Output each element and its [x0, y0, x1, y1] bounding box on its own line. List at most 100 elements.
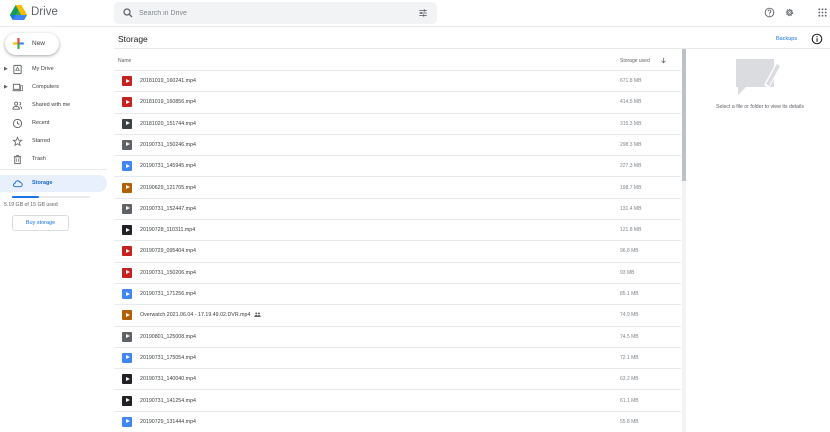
file-row[interactable]: 20190731_175054.mp4 72.1 MB	[114, 348, 681, 370]
file-row[interactable]: 20190731_150246.mp4 298.3 MB	[114, 135, 681, 157]
video-file-icon	[122, 182, 132, 193]
file-row[interactable]: Overwatch 2021.06.04 - 17.19.49.02.DVR.m…	[114, 305, 681, 327]
file-storage-used: 298.3 MB	[620, 141, 642, 148]
sidebar-item-label: My Drive	[32, 66, 54, 72]
file-row[interactable]: 20181019_160241.mp4 671.8 MB	[114, 71, 681, 93]
file-storage-used: 61.1 MB	[620, 397, 639, 404]
video-file-icon	[122, 374, 132, 385]
file-name: 20190731_175054.mp4	[140, 355, 196, 361]
storage-used-text: 5.19 GB of 15 GB used	[4, 202, 58, 208]
file-storage-used: 315.3 MB	[620, 120, 642, 127]
buy-storage-button[interactable]: Buy storage	[12, 215, 69, 231]
file-list-scrollbar[interactable]	[682, 49, 686, 432]
new-button[interactable]: New	[5, 33, 59, 55]
title-divider	[114, 48, 830, 49]
sidebar-item-recent[interactable]: Recent	[0, 115, 107, 132]
file-row[interactable]: 20190729_095404.mp4 96.8 MB	[114, 241, 681, 263]
search-bar[interactable]	[114, 2, 437, 24]
file-name: 20181019_160856.mp4	[140, 99, 196, 105]
top-bar: Drive	[0, 0, 830, 27]
sort-descending-arrow-icon[interactable]	[660, 57, 667, 64]
file-storage-used: 96.8 MB	[620, 248, 639, 255]
file-name-text: 20190629_121705.mp4	[140, 184, 196, 191]
scrollbar-thumb[interactable]	[682, 49, 686, 181]
clock-icon	[12, 118, 23, 129]
search-options-icon[interactable]	[418, 8, 428, 18]
file-name-text: Overwatch 2021.06.04 - 17.19.49.02.DVR.m…	[140, 312, 251, 319]
file-row[interactable]: 20190731_150206.mp4 93 MB	[114, 263, 681, 284]
file-storage-used: 55.8 MB	[620, 418, 639, 425]
apps-grid-icon[interactable]	[817, 7, 828, 18]
file-name-text: 20181020_151744.mp4	[140, 120, 196, 127]
video-file-icon	[122, 225, 132, 236]
file-row[interactable]: 20190731_141254.mp4 61.1 MB	[114, 391, 681, 412]
video-file-icon	[122, 97, 132, 108]
trash-icon	[13, 154, 22, 165]
sidebar-item-trash[interactable]: Trash	[0, 151, 107, 168]
video-file-icon	[122, 139, 132, 150]
file-name: 20190629_121705.mp4	[140, 185, 196, 191]
video-file-icon	[122, 267, 132, 278]
column-header-name[interactable]: Name	[118, 58, 131, 64]
file-row[interactable]: 20190731_152447.mp4 131.4 MB	[114, 199, 681, 221]
video-file-icon	[122, 161, 132, 172]
drive-logo-icon[interactable]	[10, 5, 27, 20]
column-header-storage-used[interactable]: Storage used	[620, 58, 650, 64]
file-row[interactable]: 20181020_151744.mp4 315.3 MB	[114, 114, 681, 135]
file-name-text: 20190731_175054.mp4	[140, 354, 196, 361]
expand-caret-icon[interactable]: ▶	[4, 84, 8, 90]
app-title[interactable]: Drive	[31, 6, 58, 18]
file-name-text: 20190731_140040.mp4	[140, 376, 196, 383]
sidebar-item-label: Computers	[32, 84, 59, 90]
info-icon[interactable]	[811, 33, 823, 45]
file-storage-used: 227.3 MB	[620, 163, 642, 170]
computers-icon	[12, 83, 23, 92]
file-row[interactable]: 20190731_140040.mp4 63.2 MB	[114, 369, 681, 391]
file-storage-used: 131.4 MB	[620, 205, 642, 212]
file-name-text: 20181019_160241.mp4	[140, 78, 196, 84]
expand-caret-icon[interactable]: ▶	[4, 66, 8, 72]
video-file-icon	[122, 246, 132, 257]
file-name: 20190728_110311.mp4	[140, 227, 195, 233]
file-row[interactable]: 20190731_145945.mp4 227.3 MB	[114, 156, 681, 178]
file-name-text: 20190729_095404.mp4	[140, 248, 196, 255]
file-storage-used: 63.2 MB	[620, 376, 639, 383]
page-title: Storage	[118, 34, 148, 44]
file-row[interactable]: 20190729_131444.mp4 55.8 MB	[114, 412, 681, 432]
file-row[interactable]: 20190728_110311.mp4 121.8 MB	[114, 220, 681, 242]
file-name: 20190731_171256.mp4	[140, 291, 196, 297]
sidebar-item-shared-with-me[interactable]: Shared with me	[0, 97, 107, 114]
sidebar-item-storage[interactable]: Storage	[0, 175, 107, 192]
file-row[interactable]: 20190801_125008.mp4 74.5 MB	[114, 327, 681, 348]
file-row[interactable]: 20190731_171256.mp4 85.1 MB	[114, 284, 681, 306]
search-icon[interactable]	[122, 7, 134, 19]
sidebar-item-starred[interactable]: Starred	[0, 133, 107, 150]
sidebar-item-computers[interactable]: ▶ Computers	[0, 79, 107, 96]
file-row[interactable]: 20190629_121705.mp4 198.7 MB	[114, 178, 681, 199]
file-name: 20190729_095404.mp4	[140, 248, 196, 254]
details-hint: Select a file or folder to view its deta…	[716, 104, 804, 110]
file-name-text: 20190731_150206.mp4	[140, 269, 196, 276]
file-storage-used: 671.8 MB	[620, 78, 642, 84]
help-icon[interactable]	[764, 7, 775, 18]
file-storage-used: 198.7 MB	[620, 184, 642, 191]
shared-people-icon	[254, 312, 262, 318]
file-name: 20190731_145945.mp4	[140, 163, 196, 169]
file-name: Overwatch 2021.06.04 - 17.19.49.02.DVR.m…	[140, 312, 262, 319]
file-row[interactable]: 20181019_160856.mp4 414.5 MB	[114, 92, 681, 114]
sidebar-item-label: Shared with me	[32, 102, 71, 108]
file-name-text: 20190731_171256.mp4	[140, 291, 196, 297]
sidebar-item-my-drive[interactable]: ▶ My Drive	[0, 61, 107, 78]
video-file-icon	[122, 416, 132, 427]
file-name-text: 20181019_160856.mp4	[140, 99, 196, 106]
sidebar-item-label: Trash	[32, 156, 46, 162]
backups-link[interactable]: Backups	[776, 36, 797, 42]
file-name-text: 20190731_145945.mp4	[140, 163, 196, 170]
settings-gear-icon[interactable]	[784, 7, 795, 18]
sidebar-item-label: Recent	[32, 120, 50, 126]
video-file-icon	[122, 310, 132, 321]
search-input[interactable]	[139, 6, 399, 20]
details-placeholder-icon	[736, 59, 781, 95]
plus-icon	[13, 38, 24, 49]
file-storage-used: 93 MB	[620, 269, 635, 276]
